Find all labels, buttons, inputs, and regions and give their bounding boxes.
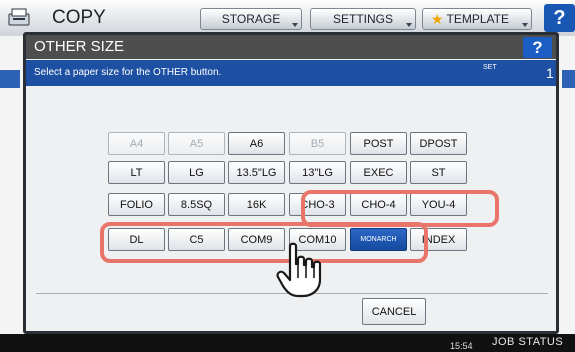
paper-size-you-4-button[interactable]: YOU-4 [410,193,467,216]
dialog-title: OTHER SIZE [34,38,125,55]
paper-size-lt-button[interactable]: LT [108,161,165,184]
paper-size-13-5-lg-button[interactable]: 13.5"LG [228,161,285,184]
template-label: TEMPLATE [446,12,509,26]
paper-size-16k-button[interactable]: 16K [228,193,285,216]
storage-label: STORAGE [221,12,281,26]
paper-size-cho-4-button[interactable]: CHO-4 [350,193,407,216]
paper-size-monarch-button[interactable]: MONARCH [350,228,407,251]
template-button[interactable]: ★ TEMPLATE [422,8,532,30]
dropdown-arrow-icon [406,23,412,27]
paper-size-c5-button[interactable]: C5 [168,228,225,251]
set-label: SET [483,64,497,71]
paper-size-8-5sq-button[interactable]: 8.5SQ [168,193,225,216]
paper-size-a4-button: A4 [108,132,165,155]
paper-size-folio-button[interactable]: FOLIO [108,193,165,216]
dropdown-arrow-icon [292,23,298,27]
clock: 15:54 [450,341,473,351]
status-bar [0,334,575,352]
instruction-text: Select a paper size for the OTHER button… [34,67,222,78]
set-count: 1 [546,65,554,81]
settings-label: SETTINGS [332,12,393,26]
copy-icon [8,8,30,26]
paper-size-index-button[interactable]: INDEX [410,228,467,251]
top-bar: COPY STORAGE SETTINGS ★ TEMPLATE ? [0,0,575,36]
settings-button[interactable]: SETTINGS [310,8,416,30]
dropdown-arrow-icon [522,23,528,27]
paper-size-dl-button[interactable]: DL [108,228,165,251]
help-button[interactable]: ? [544,4,575,32]
paper-size-13-lg-button[interactable]: 13"LG [289,161,346,184]
dialog-header: OTHER SIZE ? [26,35,556,59]
dialog-help-button[interactable]: ? [523,37,552,58]
paper-size-exec-button[interactable]: EXEC [350,161,407,184]
paper-size-lg-button[interactable]: LG [168,161,225,184]
paper-size-a6-button[interactable]: A6 [228,132,285,155]
copy-title: COPY [52,7,106,28]
background-bar [0,70,20,88]
cancel-button[interactable]: CANCEL [362,298,426,325]
instruction-bar: Select a paper size for the OTHER button… [26,60,556,86]
paper-size-b5-button: B5 [289,132,346,155]
storage-button[interactable]: STORAGE [200,8,302,30]
hand-pointer-icon [276,242,322,298]
star-icon: ★ [431,11,444,27]
paper-size-post-button[interactable]: POST [350,132,407,155]
paper-size-a5-button: A5 [168,132,225,155]
paper-size-st-button[interactable]: ST [410,161,467,184]
job-status-button[interactable]: JOB STATUS [492,336,563,348]
paper-size-cho-3-button[interactable]: CHO-3 [289,193,346,216]
background-bar [562,70,575,88]
paper-size-dpost-button[interactable]: DPOST [410,132,467,155]
